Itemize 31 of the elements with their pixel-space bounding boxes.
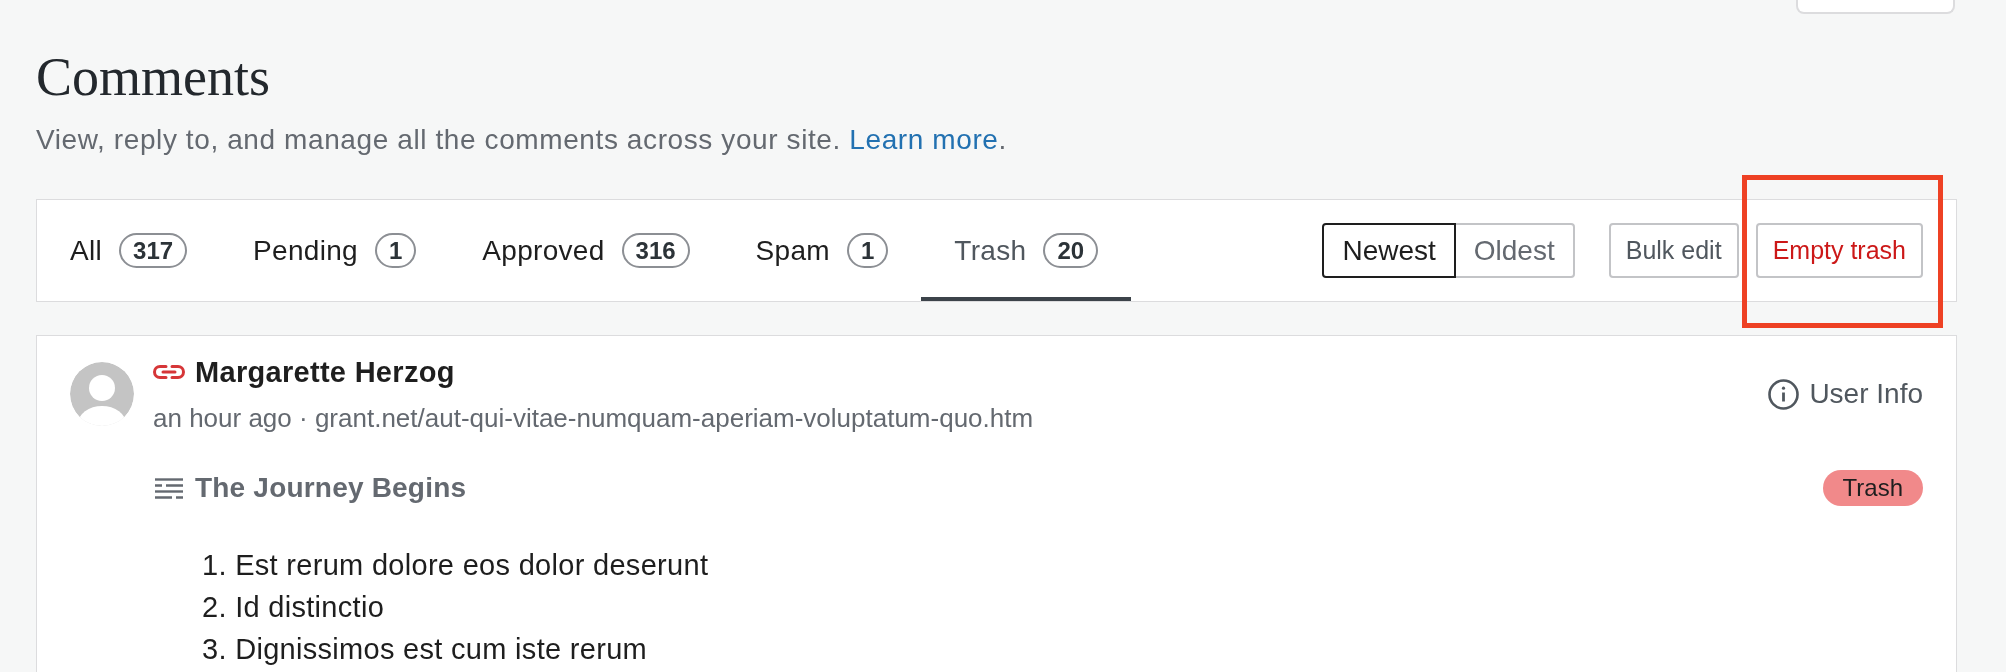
count-badge: 317 xyxy=(119,233,188,268)
sort-option[interactable]: Newest xyxy=(1322,223,1456,278)
page-description: View, reply to, and manage all the comments across your site. Learn more. xyxy=(36,124,1008,156)
list-item: 3. Dignissimos est cum iste rerum xyxy=(202,632,648,667)
user-silhouette-icon xyxy=(70,362,134,426)
sort-option[interactable]: Oldest xyxy=(1453,223,1575,278)
link-icon xyxy=(153,365,185,379)
text-lines-icon xyxy=(155,477,183,499)
count-badge: 1 xyxy=(846,233,889,268)
filter-tab[interactable]: Spam 1 xyxy=(722,200,922,301)
action-button[interactable]: Bulk edit xyxy=(1608,223,1739,278)
filter-tab[interactable]: All 317 xyxy=(37,200,221,301)
info-icon xyxy=(1768,378,1800,410)
count-badge: 20 xyxy=(1043,233,1099,268)
comment-meta: an hour ago · grant.net/aut-qui-vitae-numquam-aperiam-voluptatum-quo.htm xyxy=(153,403,1034,433)
header-button[interactable] xyxy=(1796,0,1955,14)
count-badge: 316 xyxy=(621,233,690,268)
count-badge: 1 xyxy=(374,233,417,268)
filter-tab[interactable]: Trash 20 xyxy=(921,200,1132,301)
filter-tab[interactable]: Pending 1 xyxy=(220,200,450,301)
learn-more-link[interactable]: Learn more xyxy=(849,124,999,155)
action-button[interactable]: Empty trash xyxy=(1755,223,1923,278)
user-info-button[interactable]: User Info xyxy=(1768,377,1923,411)
filter-tab[interactable]: Approved 316 xyxy=(449,200,723,301)
comment-url-link[interactable]: grant.net/aut-qui-vitae-numquam-aperiam-voluptatum-quo.htm xyxy=(314,403,1034,433)
list-item: 1. Est rerum dolore eos dolor deserunt xyxy=(202,548,710,583)
status-badge: Trash xyxy=(1822,470,1923,506)
post-title: The Journey Begins xyxy=(195,471,467,505)
page-title: Comments xyxy=(36,46,271,109)
author-name: Margarette Herzog xyxy=(195,355,455,389)
list-item: 2. Id distinctio xyxy=(202,590,386,625)
